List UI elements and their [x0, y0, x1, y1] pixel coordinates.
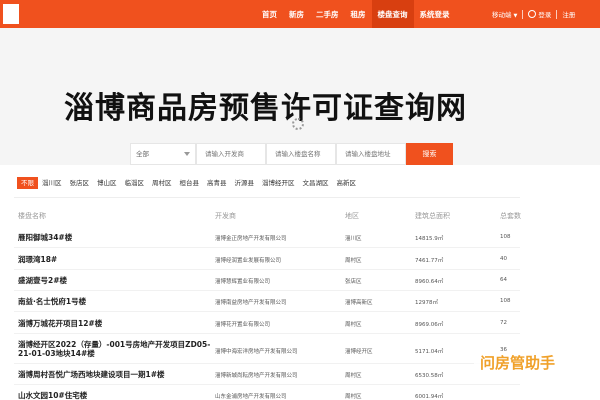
- user-icon: [528, 10, 537, 18]
- area-cell: 张店区: [345, 279, 362, 285]
- nav-system-login[interactable]: 系统登录: [414, 0, 456, 28]
- property-name-link[interactable]: 淄博周村吾悦广场西地块建设项目一期1#楼: [18, 369, 165, 380]
- divider: [14, 247, 520, 248]
- district-zhangdian[interactable]: 张店区: [66, 177, 94, 189]
- count-cell: 108: [500, 234, 511, 240]
- nav-rent[interactable]: 租房: [345, 0, 372, 28]
- district-linzi[interactable]: 临淄区: [121, 177, 149, 189]
- district-wenchanghu[interactable]: 文昌湖区: [299, 177, 333, 189]
- table-row[interactable]: 南益·名士悦府1号楼 淄博南益房地产开发有限公司 淄博高新区 12978㎡ 10…: [0, 296, 600, 310]
- property-name-link[interactable]: 雁阳御城34#楼: [18, 232, 72, 243]
- district-zichuan[interactable]: 淄川区: [38, 177, 66, 189]
- developer-cell: 淄博花开置业有限公司: [215, 322, 271, 328]
- developer-cell: 淄博慧辉置业有限公司: [215, 279, 271, 285]
- chevron-down-icon: ▼: [513, 13, 518, 19]
- column-header-size: 建筑总面积: [415, 212, 450, 220]
- count-cell: 72: [500, 320, 507, 326]
- main-nav: 首页 新房 二手房 租房 楼盘查询 系统登录: [256, 0, 456, 28]
- size-cell: 8960.64㎡: [415, 279, 444, 285]
- divider: [14, 363, 520, 364]
- developer-cell: 淄博中海宏洋房地产开发有限公司: [215, 349, 298, 355]
- size-cell: 6530.58㎡: [415, 373, 444, 379]
- table-row[interactable]: 淄博万城花开项目12#楼 淄博花开置业有限公司 周村区 8969.06㎡ 72: [0, 318, 600, 332]
- size-cell: 7461.77㎡: [415, 258, 444, 264]
- column-header-area: 地区: [345, 212, 359, 220]
- chevron-down-icon: [184, 152, 190, 156]
- size-cell: 6001.94㎡: [415, 394, 444, 400]
- divider: [14, 197, 520, 198]
- area-cell: 周村区: [345, 322, 362, 328]
- size-cell: 8969.06㎡: [415, 322, 444, 328]
- district-filter: 不限 淄川区 张店区 博山区 临淄区 周村区 桓台县 高青县 沂源县 淄博经开区…: [17, 177, 360, 189]
- count-cell: 40: [500, 256, 507, 262]
- search-button[interactable]: 搜索: [406, 143, 453, 165]
- area-cell: 淄川区: [345, 236, 362, 242]
- user-nav: 移动端 ▼ 登录 注册: [492, 0, 575, 28]
- divider: [14, 269, 520, 270]
- area-cell: 淄博经开区: [345, 349, 373, 355]
- nav-property-search[interactable]: 楼盘查询: [371, 0, 414, 28]
- area-cell: 周村区: [345, 394, 362, 400]
- developer-cell: 淄博新城尚耘房地产开发有限公司: [215, 373, 298, 379]
- register-link[interactable]: 注册: [562, 9, 575, 19]
- district-high-tech[interactable]: 高新区: [333, 177, 361, 189]
- developer-cell: 淄博金正房地产开发有限公司: [215, 236, 287, 242]
- district-gaoqing[interactable]: 高青县: [203, 177, 231, 189]
- developer-cell: 淄博经润置业发展有限公司: [215, 258, 282, 264]
- column-header-name: 楼盘名称: [18, 212, 46, 220]
- mobile-link[interactable]: 移动端 ▼: [492, 9, 517, 19]
- table-header: 楼盘名称 开发商 地区 建筑总面积 总套数: [0, 211, 600, 221]
- property-name-link[interactable]: 21-01-03地块14#楼: [18, 348, 95, 359]
- district-all[interactable]: 不限: [17, 177, 38, 189]
- divider: [14, 311, 520, 312]
- property-name-link[interactable]: 南益·名士悦府1号楼: [18, 296, 86, 307]
- nav-second-hand[interactable]: 二手房: [310, 0, 345, 28]
- login-link[interactable]: 登录: [538, 9, 551, 19]
- count-cell: 64: [500, 277, 507, 283]
- property-name-link[interactable]: 润璟湾18#: [18, 254, 57, 265]
- property-name-link[interactable]: 山水文园10#住宅楼: [18, 390, 87, 400]
- property-address-input[interactable]: [336, 143, 406, 165]
- district-huantai[interactable]: 桓台县: [176, 177, 204, 189]
- divider: [14, 384, 520, 385]
- district-boshan[interactable]: 博山区: [93, 177, 121, 189]
- top-navbar: 首页 新房 二手房 租房 楼盘查询 系统登录 移动端 ▼ 登录 注册: [0, 0, 600, 28]
- nav-home[interactable]: 首页: [256, 0, 283, 28]
- divider: [14, 333, 520, 334]
- property-name-input[interactable]: [266, 143, 336, 165]
- loading-spinner-icon: [292, 118, 304, 130]
- size-cell: 12978㎡: [415, 300, 438, 306]
- divider: [522, 9, 524, 19]
- developer-input[interactable]: [196, 143, 266, 165]
- table-row[interactable]: 润璟湾18# 淄博经润置业发展有限公司 周村区 7461.77㎡ 40: [0, 254, 600, 268]
- search-bar: 全部 搜索: [130, 143, 453, 165]
- page-title: 淄博商品房预售许可证查询网: [64, 91, 467, 126]
- developer-cell: 淄博南益房地产开发有限公司: [215, 300, 287, 306]
- table-row[interactable]: 山水文园10#住宅楼 山东金浦房地产开发有限公司 周村区 6001.94㎡: [0, 390, 600, 400]
- property-name-link[interactable]: 淄博万城花开项目12#楼: [18, 318, 102, 329]
- area-cell: 周村区: [345, 373, 362, 379]
- size-cell: 14815.9㎡: [415, 236, 444, 242]
- hero-banner: 淄博商品房预售许可证查询网 全部 搜索: [0, 28, 600, 165]
- column-header-count: 总套数: [500, 212, 521, 220]
- logo[interactable]: [3, 4, 19, 24]
- region-select[interactable]: 全部: [130, 143, 196, 165]
- divider: [556, 9, 558, 19]
- area-cell: 淄博高新区: [345, 300, 373, 306]
- property-name-link[interactable]: 盛湖壹号2#楼: [18, 275, 67, 286]
- district-yiyuan[interactable]: 沂源县: [231, 177, 259, 189]
- table-row[interactable]: 盛湖壹号2#楼 淄博慧辉置业有限公司 张店区 8960.64㎡ 64: [0, 275, 600, 289]
- column-header-developer: 开发商: [215, 212, 236, 220]
- district-zhoucun[interactable]: 周村区: [148, 177, 176, 189]
- table-row[interactable]: 雁阳御城34#楼 淄博金正房地产开发有限公司 淄川区 14815.9㎡ 108: [0, 232, 600, 246]
- count-cell: 108: [500, 298, 511, 304]
- developer-cell: 山东金浦房地产开发有限公司: [215, 394, 287, 400]
- nav-new-homes[interactable]: 新房: [283, 0, 310, 28]
- area-cell: 周村区: [345, 258, 362, 264]
- district-economic-zone[interactable]: 淄博经开区: [258, 177, 299, 189]
- size-cell: 5171.04㎡: [415, 349, 444, 355]
- divider: [14, 290, 520, 291]
- watermark: 问房管助手: [474, 352, 590, 374]
